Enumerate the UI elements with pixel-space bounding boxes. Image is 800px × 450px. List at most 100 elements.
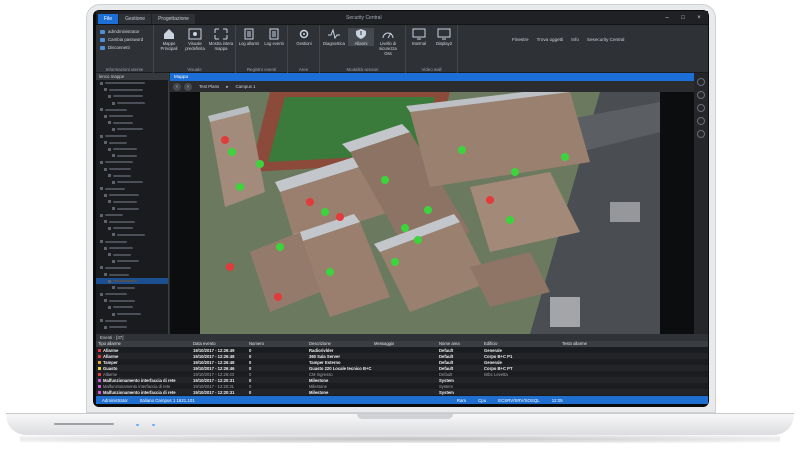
- tree-item[interactable]: [96, 265, 168, 272]
- column-header[interactable]: Messaggio: [372, 341, 437, 347]
- logout-button[interactable]: Disconnetti: [100, 44, 143, 52]
- button-label: Log eventi: [264, 41, 284, 46]
- campus-map[interactable]: [170, 92, 694, 334]
- tree-item[interactable]: [96, 100, 168, 107]
- tree-item[interactable]: [96, 120, 168, 127]
- tree-item[interactable]: [96, 159, 168, 166]
- tree-item[interactable]: [96, 291, 168, 298]
- forward-button[interactable]: ›: [184, 82, 192, 91]
- table-cell: Istbc Levetta: [484, 371, 508, 377]
- tree-item[interactable]: [96, 304, 168, 311]
- full-map-button[interactable]: Mostra intera mappa: [208, 28, 234, 51]
- tree-item[interactable]: [96, 139, 168, 146]
- back-button[interactable]: ‹: [173, 82, 181, 91]
- column-header[interactable]: Edificio: [482, 341, 560, 347]
- tree-item-label: [113, 227, 133, 230]
- event-log-button[interactable]: Log eventi: [261, 28, 287, 46]
- manage-areas-button[interactable]: Gestioni: [291, 28, 317, 46]
- main-maps-button[interactable]: Mappe Principali: [156, 28, 182, 51]
- tree-item[interactable]: [96, 113, 168, 120]
- tree-item[interactable]: [96, 271, 168, 278]
- settings-icon[interactable]: [697, 130, 705, 138]
- ribbon-group-aree: Gestioni Aree: [288, 25, 320, 73]
- tree-item[interactable]: [96, 153, 168, 160]
- table-cell: Milestone: [309, 383, 327, 389]
- tree-item[interactable]: [96, 284, 168, 291]
- tab-gestione[interactable]: Gestione: [119, 14, 152, 24]
- breadcrumb-item[interactable]: Test Plans: [195, 84, 223, 89]
- tree-item[interactable]: [96, 324, 168, 331]
- security-level-button[interactable]: Livello di sicurezza Oss: [375, 28, 401, 56]
- tree-node-icon: [108, 121, 111, 125]
- tree-item[interactable]: [96, 245, 168, 252]
- change-password-button[interactable]: Cambia password: [100, 36, 143, 44]
- tree-item[interactable]: [96, 238, 168, 245]
- laptop-shadow: [20, 435, 780, 443]
- alarm-log-button[interactable]: Log allarmi: [236, 28, 262, 46]
- tree-item[interactable]: [96, 172, 168, 179]
- close-icon[interactable]: ×: [692, 13, 706, 22]
- diagnostics-button[interactable]: Diagnostica: [321, 28, 347, 46]
- tree-item[interactable]: [96, 251, 168, 258]
- tree-item-label: [109, 326, 127, 329]
- alarms-button[interactable]: Allarmi: [348, 28, 374, 46]
- table-row[interactable]: Malfunzionamento interfaccia di rete 19/1…: [96, 389, 708, 395]
- column-header[interactable]: Testo allarme: [560, 341, 676, 347]
- tree-item[interactable]: [96, 133, 168, 140]
- tree-item[interactable]: [96, 311, 168, 318]
- tree-item[interactable]: [96, 146, 168, 153]
- maximize-icon[interactable]: □: [676, 13, 690, 22]
- tree-node-icon: [100, 187, 103, 191]
- tree-item[interactable]: [96, 298, 168, 305]
- tree-item[interactable]: [96, 199, 168, 206]
- column-header[interactable]: Tipo allarme: [96, 341, 191, 347]
- column-header[interactable]: Nome area: [437, 341, 482, 347]
- tree-item[interactable]: [96, 179, 168, 186]
- tree-item[interactable]: [96, 166, 168, 173]
- column-header[interactable]: Descrizione: [307, 341, 372, 347]
- info-menu[interactable]: Info: [571, 37, 579, 42]
- default-view-button[interactable]: Visuale predefinita: [182, 28, 208, 51]
- windows-menu[interactable]: Finestre: [512, 37, 529, 42]
- tree-item[interactable]: [96, 93, 168, 100]
- brightness-icon[interactable]: [697, 117, 705, 125]
- tree-item-label: [105, 214, 123, 217]
- minimize-icon[interactable]: –: [660, 13, 674, 22]
- zoom-in-icon[interactable]: [697, 78, 705, 86]
- tree-item[interactable]: [96, 126, 168, 133]
- find-objects-menu[interactable]: Trova oggetti: [537, 37, 564, 42]
- tree-item[interactable]: [96, 258, 168, 265]
- tree-item-label: [117, 207, 139, 210]
- tree-item[interactable]: [96, 186, 168, 193]
- tree-node-icon: [112, 259, 115, 263]
- table-cell: 0: [249, 365, 252, 371]
- tree-item[interactable]: [96, 277, 168, 285]
- tree-item[interactable]: [96, 225, 168, 232]
- breadcrumb-item[interactable]: Campus 1: [231, 84, 259, 89]
- tree-node-icon: [104, 88, 107, 92]
- tree-item[interactable]: [96, 80, 168, 87]
- tree-item-label: [109, 273, 129, 276]
- monitor-icon: [437, 28, 451, 40]
- map-toolbar: ‹ › Test Plans ▸ Campus 1: [170, 81, 694, 92]
- table-cell: 0: [249, 389, 252, 395]
- tree-item[interactable]: [96, 192, 168, 199]
- tree-item[interactable]: [96, 317, 168, 324]
- column-header[interactable]: Data evento: [191, 341, 247, 347]
- tree-item[interactable]: [96, 218, 168, 225]
- internal-display-button[interactable]: Internal: [406, 28, 432, 46]
- tree-item[interactable]: [96, 87, 168, 94]
- tab-file[interactable]: File: [98, 14, 119, 24]
- tree-node-icon: [104, 325, 107, 329]
- tree-item[interactable]: [96, 232, 168, 239]
- layers-icon[interactable]: [697, 104, 705, 112]
- tab-progettazione[interactable]: Progettazione: [152, 14, 195, 24]
- tree-node-icon: [112, 312, 115, 316]
- map-side-toolbar: [694, 73, 708, 334]
- column-header[interactable]: Numero: [247, 341, 307, 347]
- zoom-out-icon[interactable]: [697, 91, 705, 99]
- tree-item[interactable]: [96, 106, 168, 113]
- display2-button[interactable]: Display2: [431, 28, 457, 46]
- tree-item[interactable]: [96, 212, 168, 219]
- tree-item[interactable]: [96, 205, 168, 212]
